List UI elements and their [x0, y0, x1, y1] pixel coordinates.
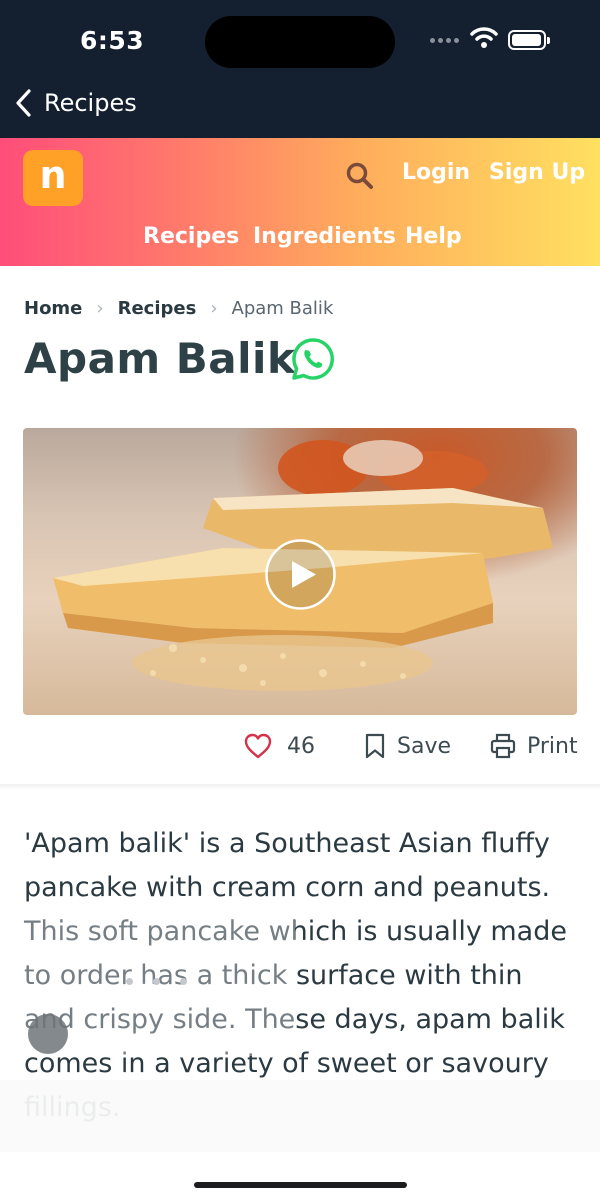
- whatsapp-icon[interactable]: [290, 336, 336, 382]
- home-indicator[interactable]: [194, 1182, 407, 1188]
- bookmark-icon: [365, 733, 385, 759]
- signup-link[interactable]: Sign Up: [489, 160, 585, 185]
- breadcrumb-separator: ›: [96, 298, 104, 319]
- save-label: Save: [397, 733, 452, 759]
- printer-icon: [490, 733, 516, 759]
- page-title: Apam Balik: [24, 334, 296, 383]
- loading-dots-icon: [126, 978, 187, 985]
- menu-item-recipes[interactable]: Recipes: [143, 224, 239, 249]
- dynamic-island: [205, 16, 395, 68]
- breadcrumb-home[interactable]: Home: [24, 298, 82, 319]
- signal-icon: [430, 38, 459, 43]
- site-logo[interactable]: n: [23, 150, 83, 206]
- like-button[interactable]: 46: [243, 732, 315, 760]
- section-divider: [0, 784, 600, 790]
- play-button[interactable]: [263, 537, 338, 612]
- search-icon[interactable]: [344, 160, 376, 192]
- breadcrumb-separator: ›: [210, 298, 218, 319]
- back-label: Recipes: [44, 89, 137, 117]
- player-logo-icon: [28, 1014, 68, 1054]
- menu-item-help[interactable]: Help: [405, 224, 462, 249]
- battery-icon: [508, 30, 550, 50]
- print-button[interactable]: Print: [489, 732, 578, 760]
- back-button[interactable]: Recipes: [14, 88, 137, 118]
- site-header: n Login Sign Up Recipes Ingredients Help: [0, 138, 600, 266]
- wifi-icon: [470, 27, 498, 48]
- menu-item-ingredients[interactable]: Ingredients: [253, 224, 396, 249]
- status-time: 6:53: [80, 26, 145, 55]
- save-button[interactable]: Save: [363, 732, 451, 760]
- breadcrumb: Home › Recipes › Apam Balik: [24, 298, 333, 319]
- heart-icon: [244, 733, 272, 759]
- breadcrumb-recipes[interactable]: Recipes: [118, 298, 197, 319]
- like-count: 46: [287, 733, 315, 759]
- chevron-left-icon: [16, 89, 31, 117]
- login-link[interactable]: Login: [402, 160, 470, 185]
- breadcrumb-current: Apam Balik: [231, 298, 334, 319]
- bottom-fade-overlay: [0, 1080, 600, 1152]
- print-label: Print: [527, 733, 578, 759]
